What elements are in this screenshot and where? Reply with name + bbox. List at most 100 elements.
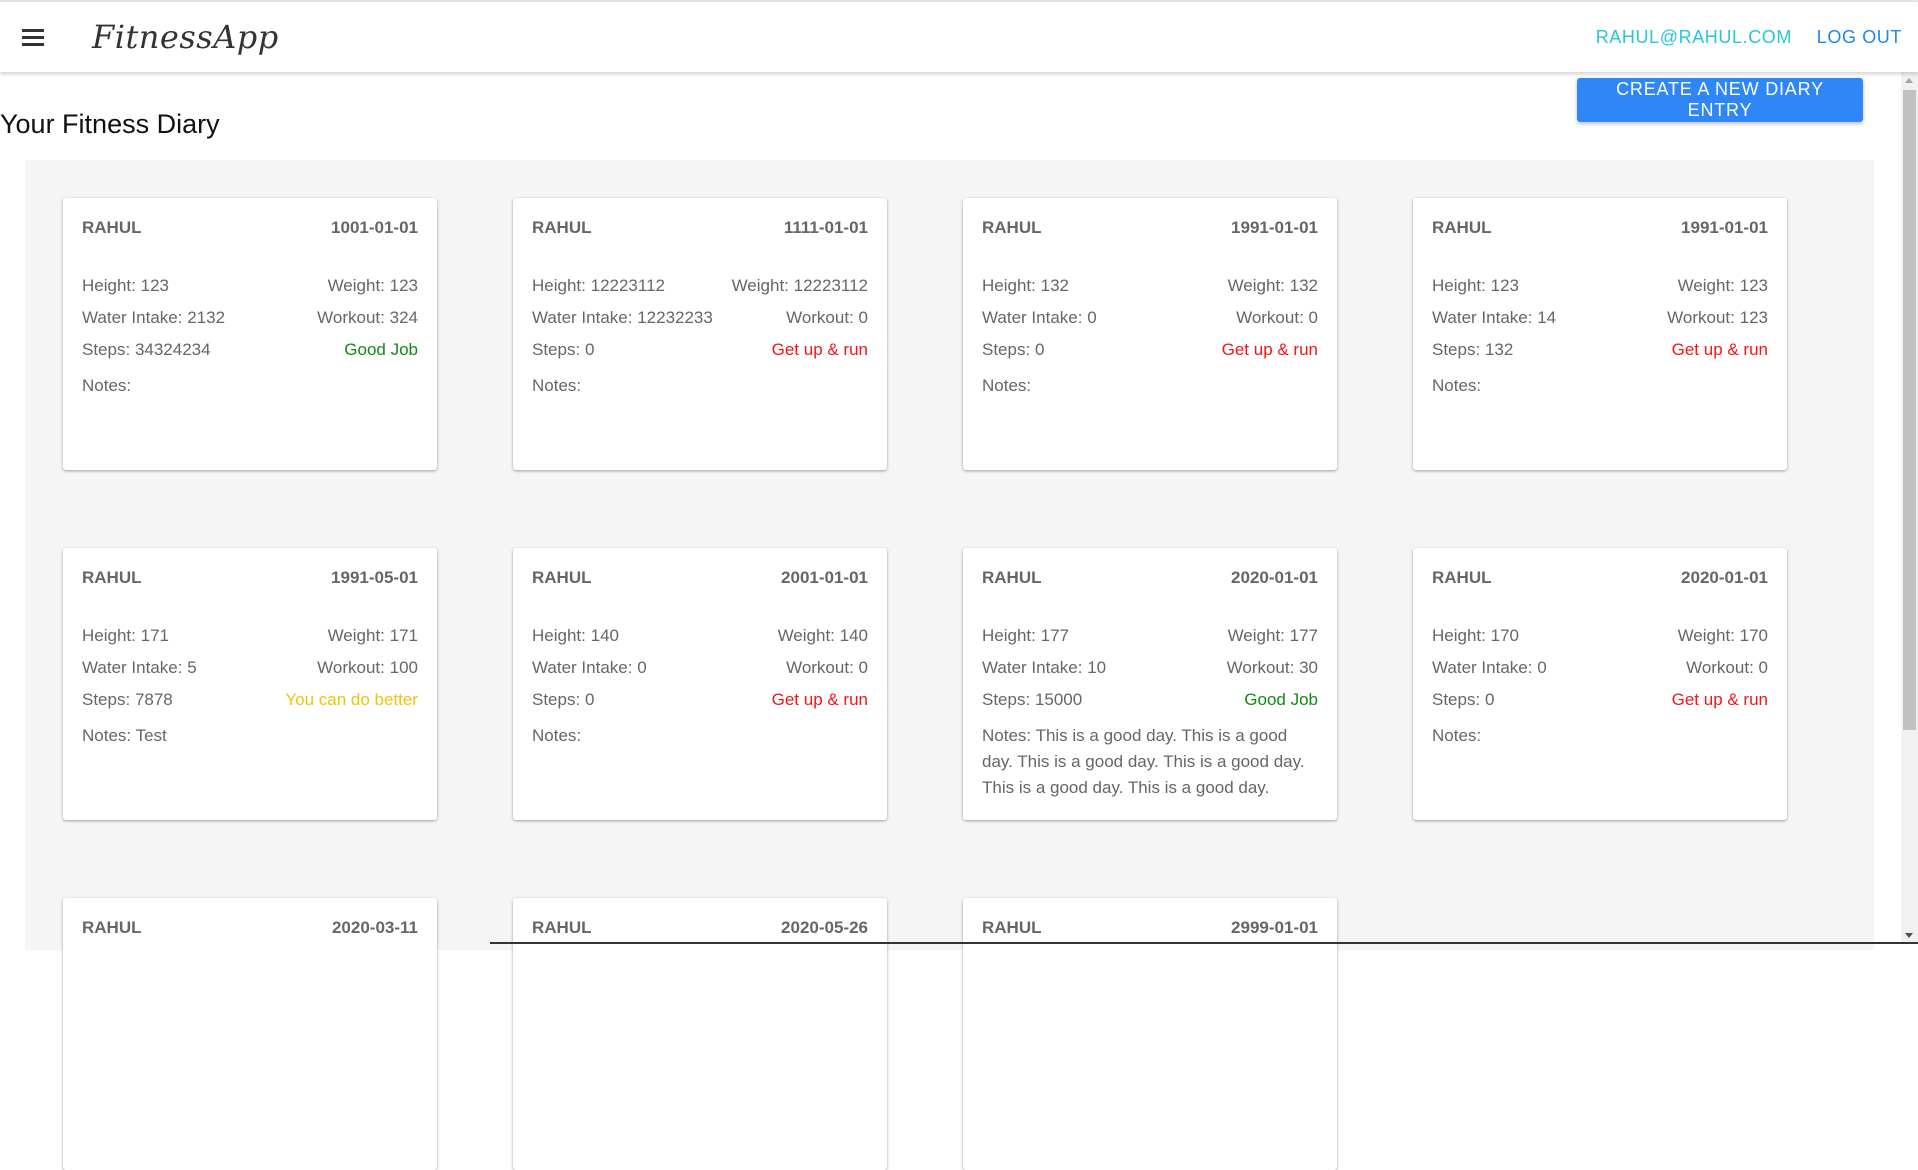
app-bar: FitnessApp RAHUL@RAHUL.COM LOG OUT <box>0 2 1918 72</box>
entry-user-name: RAHUL <box>82 568 142 587</box>
entry-workout: Workout: 324 <box>317 308 418 327</box>
entry-status: You can do better <box>285 690 418 709</box>
entry-user-name: RAHUL <box>982 918 1042 937</box>
entry-water-intake: Water Intake: 0 <box>532 658 647 677</box>
diary-entry-card[interactable]: RAHUL 2999-01-01 <box>963 898 1337 1170</box>
entry-status: Good Job <box>1244 690 1318 709</box>
entry-weight: Weight: 12223112 <box>731 276 868 295</box>
diary-entry-card[interactable]: RAHUL 1001-01-01 Height: 123 Weight: 123 Wat… <box>63 198 437 470</box>
logout-button[interactable]: LOG OUT <box>1817 27 1902 48</box>
entry-notes: Notes: <box>982 376 1032 395</box>
entry-date: 1111-01-01 <box>783 218 868 237</box>
entry-notes: Notes: This is a good day. This is a goo… <box>982 726 1305 797</box>
diary-entry-card[interactable]: RAHUL 1991-01-01 Height: 132 Weight: 132 Wat… <box>963 198 1337 470</box>
entry-workout: Workout: 30 <box>1226 658 1318 677</box>
entry-water-intake: Water Intake: 5 <box>82 658 197 677</box>
entry-steps: Steps: 34324234 <box>82 340 211 359</box>
entry-height: Height: 170 <box>1432 626 1519 645</box>
app-logo[interactable]: FitnessApp <box>92 18 279 56</box>
entry-water-intake: Water Intake: 0 <box>1432 658 1547 677</box>
entry-water-intake: Water Intake: 0 <box>982 308 1097 327</box>
entry-date: 2020-05-26 <box>781 918 868 937</box>
diary-grid: RAHUL 1001-01-01 Height: 123 Weight: 123 Wat… <box>25 160 1874 1170</box>
menu-icon[interactable] <box>20 26 46 48</box>
entry-steps: Steps: 0 <box>982 340 1045 359</box>
entry-notes: Notes: Test <box>82 726 167 745</box>
diary-entry-card[interactable]: RAHUL 2020-03-11 <box>63 898 437 1170</box>
entry-height: Height: 171 <box>82 626 169 645</box>
entry-user-name: RAHUL <box>1432 568 1492 587</box>
entry-notes: Notes: <box>532 726 582 745</box>
entry-user-name: RAHUL <box>82 218 142 237</box>
entry-steps: Steps: 7878 <box>82 690 173 709</box>
entry-workout: Workout: 0 <box>1236 308 1318 327</box>
entry-height: Height: 132 <box>982 276 1069 295</box>
entry-date: 2001-01-01 <box>781 568 868 587</box>
entry-weight: Weight: 140 <box>777 626 868 645</box>
entry-notes: Notes: <box>1432 376 1482 395</box>
entry-status: Get up & run <box>771 340 868 359</box>
entry-weight: Weight: 123 <box>1677 276 1768 295</box>
page-title: Your Fitness Diary <box>0 109 220 140</box>
entry-user-name: RAHUL <box>982 568 1042 587</box>
entry-water-intake: Water Intake: 14 <box>1432 308 1557 327</box>
entry-user-name: RAHUL <box>532 918 592 937</box>
entry-water-intake: Water Intake: 12232233 <box>532 308 713 327</box>
entry-height: Height: 123 <box>1432 276 1519 295</box>
diary-entry-card[interactable]: RAHUL 2020-01-01 Height: 170 Weight: 170 Wat… <box>1413 548 1787 820</box>
diary-entry-card[interactable]: RAHUL 2001-01-01 Height: 140 Weight: 140 Wat… <box>513 548 887 820</box>
entry-workout: Workout: 100 <box>317 658 418 677</box>
entry-user-name: RAHUL <box>982 218 1042 237</box>
diary-entry-card[interactable]: RAHUL 1111-01-01 Height: 12223112 Weight: 1… <box>513 198 887 470</box>
entry-water-intake: Water Intake: 10 <box>982 658 1107 677</box>
entry-date: 2999-01-01 <box>1231 918 1318 937</box>
entry-steps: Steps: 0 <box>532 340 595 359</box>
diary-entry-card[interactable]: RAHUL 1991-05-01 Height: 171 Weight: 171 Wat… <box>63 548 437 820</box>
entry-workout: Workout: 0 <box>1686 658 1768 677</box>
entry-status: Get up & run <box>1221 340 1318 359</box>
entry-workout: Workout: 123 <box>1667 308 1768 327</box>
entry-weight: Weight: 177 <box>1227 626 1318 645</box>
entry-weight: Weight: 123 <box>327 276 418 295</box>
entry-date: 1991-05-01 <box>331 568 418 587</box>
vertical-scrollbar[interactable] <box>1901 72 1918 944</box>
entry-date: 2020-01-01 <box>1231 568 1318 587</box>
entry-user-name: RAHUL <box>532 218 592 237</box>
entry-height: Height: 123 <box>82 276 169 295</box>
entry-workout: Workout: 0 <box>786 658 868 677</box>
entry-status: Good Job <box>344 340 418 359</box>
diary-entry-card[interactable]: RAHUL 2020-01-01 Height: 177 Weight: 177 Wat… <box>963 548 1337 820</box>
entry-notes: Notes: <box>1432 726 1482 745</box>
entry-status: Get up & run <box>1671 340 1768 359</box>
entry-height: Height: 140 <box>532 626 619 645</box>
entry-date: 1001-01-01 <box>331 218 418 237</box>
diary-entry-card[interactable]: RAHUL 1991-01-01 Height: 123 Weight: 123 Wat… <box>1413 198 1787 470</box>
entry-weight: Weight: 132 <box>1227 276 1318 295</box>
create-diary-entry-button[interactable]: CREATE A NEW DIARY ENTRY <box>1577 78 1863 122</box>
user-email-link[interactable]: RAHUL@RAHUL.COM <box>1596 27 1792 48</box>
entry-user-name: RAHUL <box>532 568 592 587</box>
entry-user-name: RAHUL <box>1432 218 1492 237</box>
entry-notes: Notes: <box>82 376 132 395</box>
scroll-up-icon[interactable] <box>1905 78 1913 83</box>
entry-steps: Steps: 0 <box>532 690 595 709</box>
entry-date: 1991-01-01 <box>1681 218 1768 237</box>
entry-height: Height: 12223112 <box>532 276 665 295</box>
scrollbar-thumb[interactable] <box>1903 90 1916 730</box>
scroll-down-icon[interactable] <box>1905 933 1913 938</box>
entry-height: Height: 177 <box>982 626 1069 645</box>
diary-entry-card[interactable]: RAHUL 2020-05-26 <box>513 898 887 1170</box>
entry-water-intake: Water Intake: 2132 <box>82 308 226 327</box>
entry-steps: Steps: 15000 <box>982 690 1083 709</box>
entry-workout: Workout: 0 <box>786 308 868 327</box>
entry-date: 2020-03-11 <box>331 918 418 937</box>
entry-notes: Notes: <box>532 376 582 395</box>
entry-steps: Steps: 0 <box>1432 690 1495 709</box>
entry-status: Get up & run <box>771 690 868 709</box>
entry-weight: Weight: 170 <box>1677 626 1768 645</box>
entry-status: Get up & run <box>1671 690 1768 709</box>
entry-date: 1991-01-01 <box>1231 218 1318 237</box>
entry-steps: Steps: 132 <box>1432 340 1514 359</box>
entry-user-name: RAHUL <box>82 918 142 937</box>
entry-weight: Weight: 171 <box>327 626 418 645</box>
